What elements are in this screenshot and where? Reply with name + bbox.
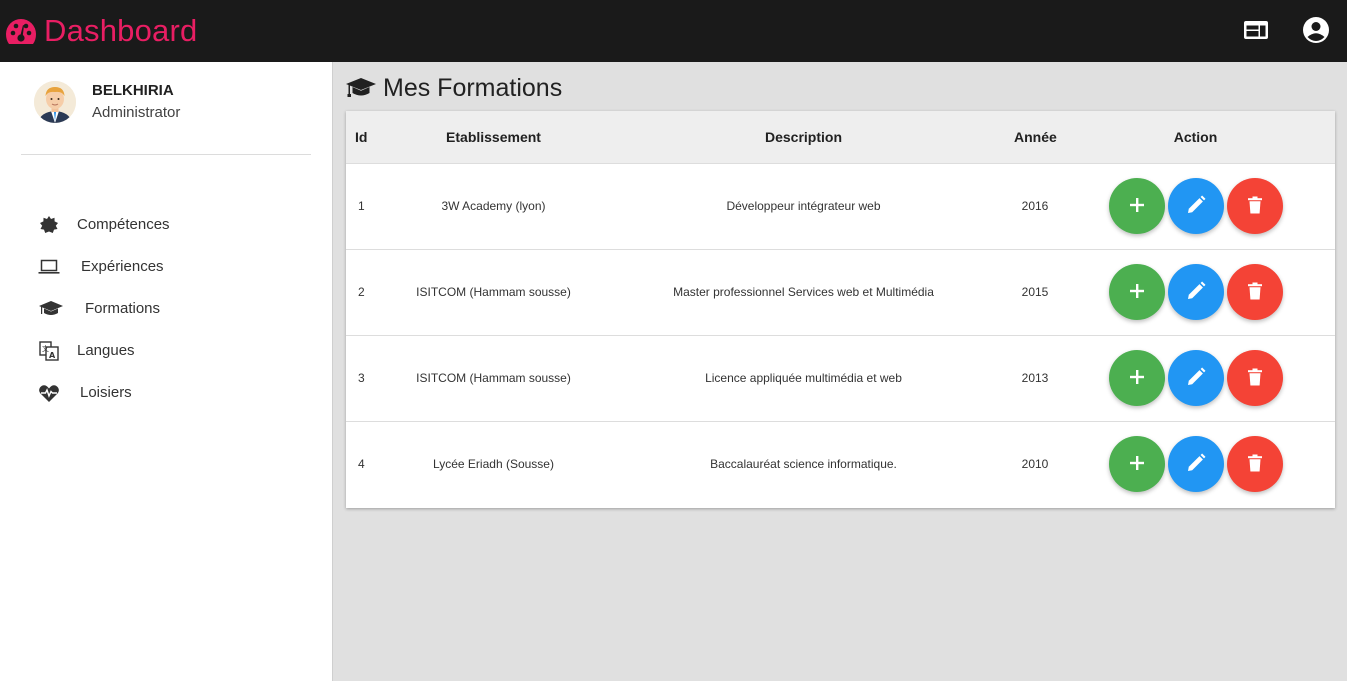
pencil-icon [1186,367,1206,390]
cell-annee: 2010 [1021,457,1049,472]
edit-button[interactable] [1167,264,1224,320]
cell-annee: 2015 [1021,285,1049,299]
formations-table: Id Etablissement Description Année Actio… [346,111,1335,507]
graduation-cap-icon [38,299,64,319]
delete-button[interactable] [1226,264,1283,320]
cell-etablissement: 3W Academy (lyon) [441,199,546,213]
column-header-annee[interactable]: Année [1014,111,1057,163]
avatar[interactable] [34,81,76,123]
sidebar-item-label: Expériences [81,258,164,275]
brand[interactable]: Dashboard [4,11,197,51]
column-header-etablissement[interactable]: Etablissement [394,111,593,163]
dashboard-gauge-icon [4,16,38,46]
sidebar-item-experiences[interactable]: Expériences [0,246,332,288]
cell-annee: 2013 [1021,371,1049,385]
formations-table-card: Id Etablissement Description Année Actio… [346,111,1335,508]
sidebar: BELKHIRIA Administrator Compétences Expé… [0,62,333,681]
delete-button[interactable] [1226,178,1283,234]
plus-icon [1128,454,1146,475]
add-button[interactable] [1108,350,1165,406]
trash-icon [1247,454,1263,475]
cell-description: Master professionnel Services web et Mul… [673,285,934,299]
graduation-cap-icon [345,76,377,100]
add-button[interactable] [1108,264,1165,320]
pencil-icon [1186,195,1206,218]
plus-icon [1128,282,1146,303]
column-header-description[interactable]: Description [593,111,1014,163]
edit-button[interactable] [1167,350,1224,406]
user-role: Administrator [92,104,181,121]
top-app-bar: Dashboard [0,0,1347,62]
pencil-icon [1186,281,1206,304]
heartbeat-icon [38,383,60,403]
plus-icon [1128,196,1146,217]
cell-id: 4 [358,457,365,472]
delete-button[interactable] [1226,436,1283,493]
app-title: Dashboard [44,13,198,48]
edit-button[interactable] [1167,436,1224,493]
cell-etablissement: ISITCOM (Hammam sousse) [416,371,571,385]
trash-icon [1247,368,1263,389]
svg-text:A: A [49,351,56,360]
laptop-icon [38,257,60,277]
page-title: Mes Formations [383,73,563,102]
main-content: Mes Formations Id Etablissement Descript… [334,62,1347,681]
sidebar-item-competences[interactable]: Compétences [0,204,332,246]
plus-icon [1128,368,1146,389]
table-row: 2 ISITCOM (Hammam sousse) Master profess… [346,249,1335,335]
sidebar-item-formations[interactable]: Formations [0,288,332,330]
sidebar-item-label: Compétences [77,216,170,233]
table-row: 1 3W Academy (lyon) Développeur intégrat… [346,163,1335,249]
badge-star-icon [38,215,60,235]
translate-icon: 文 A [38,341,60,361]
trash-icon [1247,196,1263,217]
cell-actions [1056,163,1335,249]
delete-button[interactable] [1226,350,1283,406]
pencil-icon [1186,453,1206,476]
table-header-row: Id Etablissement Description Année Actio… [346,111,1335,163]
cell-id: 1 [358,199,365,213]
sidebar-divider [21,154,311,155]
edit-button[interactable] [1167,178,1224,234]
cell-description: Développeur intégrateur web [726,199,881,213]
sidebar-item-langues[interactable]: 文 A Langues [0,330,332,372]
cell-etablissement: ISITCOM (Hammam sousse) [416,285,571,299]
sidebar-item-label: Langues [77,342,135,359]
cell-annee: 2016 [1021,199,1049,213]
cell-id: 3 [358,371,365,385]
svg-text:文: 文 [42,344,49,353]
cell-actions [1056,335,1335,421]
web-layout-icon[interactable] [1241,15,1271,45]
sidebar-item-label: Loisiers [80,384,132,401]
account-circle-icon[interactable] [1301,15,1331,45]
add-button[interactable] [1108,436,1165,493]
user-name: BELKHIRIA [92,82,174,99]
sidebar-item-loisiers[interactable]: Loisiers [0,372,332,414]
cell-id: 2 [358,285,365,299]
page-header: Mes Formations [345,72,562,104]
cell-description: Baccalauréat science informatique. [710,457,897,472]
table-row: 3 ISITCOM (Hammam sousse) Licence appliq… [346,335,1335,421]
cell-etablissement: Lycée Eriadh (Sousse) [433,457,554,472]
column-header-action: Action [1173,128,1218,145]
column-header-id[interactable]: Id [346,111,394,163]
trash-icon [1247,282,1263,303]
table-row: 4 Lycée Eriadh (Sousse) Baccalauréat sci… [346,421,1335,507]
cell-actions [1056,249,1335,335]
sidebar-item-label: Formations [85,300,161,317]
cell-actions [1056,421,1335,507]
cell-description: Licence appliquée multimédia et web [705,371,902,385]
add-button[interactable] [1108,178,1165,234]
